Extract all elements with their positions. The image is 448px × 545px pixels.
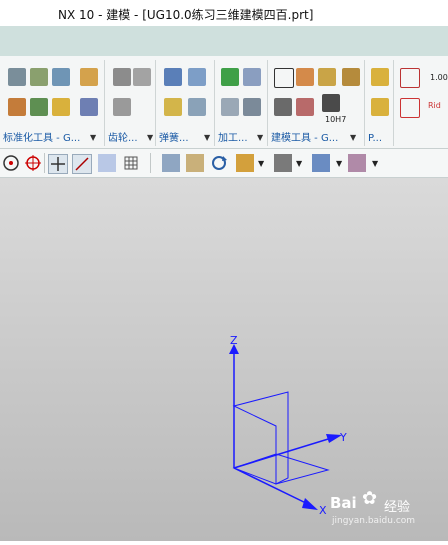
tolerance-icon[interactable] xyxy=(322,94,340,112)
ribbon-group-standard-tools: 标准化工具 - G... ▼ xyxy=(0,60,105,146)
y-axis-label: Y xyxy=(339,431,347,444)
chevron-down-icon[interactable]: ▼ xyxy=(296,159,302,168)
view-icon[interactable] xyxy=(98,154,116,172)
ribbon-group-spring: 弹簧... ▼ xyxy=(156,60,215,146)
ribbon: 标准化工具 - G... ▼ 齿轮... ▼ 弹簧... ▼ 加工... ▼ 1… xyxy=(0,56,448,149)
toolbar-separator xyxy=(150,153,151,173)
ribbon-group-label: 齿轮... xyxy=(108,133,138,144)
dimension-icon[interactable] xyxy=(400,68,420,88)
ribbon-group-dimension: 1.00 Rid xyxy=(394,60,448,146)
table-icon[interactable] xyxy=(296,68,314,86)
toolbar-separator xyxy=(44,153,45,173)
zoom-icon[interactable] xyxy=(186,154,204,172)
paw-icon: ✿ xyxy=(362,488,378,509)
tool-icon[interactable] xyxy=(8,68,26,86)
ribbon-group-p: P... xyxy=(365,60,394,146)
watermark-suffix: 经验 xyxy=(384,500,411,515)
gear-icon[interactable] xyxy=(133,68,151,86)
window-title: NX 10 - 建模 - [UG10.0练习三维建模四百.prt] xyxy=(58,8,314,22)
target-icon[interactable] xyxy=(24,154,42,172)
chevron-down-icon[interactable]: ▼ xyxy=(350,133,356,142)
ribbon-group-label: 建模工具 - G... xyxy=(271,133,339,144)
rotate-icon[interactable] xyxy=(210,154,228,172)
tag-icon[interactable] xyxy=(80,68,98,86)
cube-icon[interactable] xyxy=(312,154,330,172)
folder-icon[interactable] xyxy=(52,98,70,116)
x-axis-arrow xyxy=(302,498,318,510)
grid-icon[interactable] xyxy=(221,98,239,116)
z-axis-label: Z xyxy=(230,334,238,347)
chevron-down-icon[interactable]: ▼ xyxy=(336,159,342,168)
horizontal-plane xyxy=(232,453,330,485)
table-icon[interactable] xyxy=(80,98,98,116)
x-axis-line xyxy=(233,467,313,507)
tool-icon[interactable] xyxy=(243,68,261,86)
wrench-icon[interactable] xyxy=(30,98,48,116)
pencil-icon[interactable] xyxy=(400,98,420,118)
crosshair-icon[interactable] xyxy=(48,154,68,174)
ribbon-group-modeling-tools: 10H7 建模工具 - G... ▼ xyxy=(268,60,365,146)
ribbon-group-label: 标准化工具 - G... xyxy=(3,133,81,144)
text-icon[interactable] xyxy=(274,98,292,116)
ribbon-group-label: P... xyxy=(368,133,383,144)
grid-icon[interactable] xyxy=(122,154,140,172)
x-axis-label: X xyxy=(319,504,327,517)
point-snap-icon[interactable] xyxy=(2,154,20,172)
ribbon-group-label: 加工... xyxy=(218,133,248,144)
check-icon[interactable] xyxy=(221,68,239,86)
selection-toolbar: ▼ ▼ ▼ ▼ xyxy=(0,149,448,178)
chevron-down-icon[interactable]: ▼ xyxy=(257,133,263,142)
watermark-url: jingyan.baidu.com xyxy=(332,516,416,526)
spring-icon[interactable] xyxy=(164,98,182,116)
gear-icon[interactable] xyxy=(113,68,131,86)
number-label: 1.00 xyxy=(430,73,448,82)
package-icon[interactable] xyxy=(371,98,389,116)
line-icon[interactable] xyxy=(72,154,92,174)
fit-view-icon[interactable] xyxy=(162,154,180,172)
gear-icon[interactable] xyxy=(113,98,131,116)
chevron-down-icon[interactable]: ▼ xyxy=(204,133,210,142)
layers-icon[interactable] xyxy=(30,68,48,86)
chevron-down-icon[interactable]: ▼ xyxy=(147,133,153,142)
watermark-brand: Bai xyxy=(330,494,357,512)
ribbon-tab-band xyxy=(0,26,448,56)
display-icon[interactable] xyxy=(348,154,366,172)
vertical-plane xyxy=(232,391,289,485)
ribbon-group-machining: 加工... ▼ xyxy=(215,60,268,146)
ribbon-group-gear: 齿轮... ▼ xyxy=(105,60,156,146)
pencil-icon[interactable] xyxy=(296,98,314,116)
database-icon[interactable] xyxy=(52,68,70,86)
spring-icon[interactable] xyxy=(188,98,206,116)
triangle-icon[interactable] xyxy=(274,68,294,88)
spring-icon[interactable] xyxy=(164,68,182,86)
view-orient-icon[interactable] xyxy=(236,154,254,172)
tool-icon[interactable] xyxy=(8,98,26,116)
title-bar: NX 10 - 建模 - [UG10.0练习三维建模四百.prt] xyxy=(0,0,448,26)
tolerance-label: 10H7 xyxy=(325,115,347,124)
chevron-down-icon[interactable]: ▼ xyxy=(258,159,264,168)
tool-icon[interactable] xyxy=(342,68,360,86)
chevron-down-icon[interactable]: ▼ xyxy=(90,133,96,142)
ribbon-group-label: 弹簧... xyxy=(159,133,189,144)
package-icon[interactable] xyxy=(371,68,389,86)
tool-icon[interactable] xyxy=(318,68,336,86)
chevron-down-icon[interactable]: ▼ xyxy=(372,159,378,168)
render-style-icon[interactable] xyxy=(274,154,292,172)
graphics-window[interactable]: Z Y X Bai ✿ 经验 jingyan.baidu.com xyxy=(0,178,448,541)
spring-icon[interactable] xyxy=(188,68,206,86)
coordinate-system: Z Y X xyxy=(229,334,347,517)
tool-icon[interactable] xyxy=(243,98,261,116)
rid-label: Rid xyxy=(428,101,441,110)
